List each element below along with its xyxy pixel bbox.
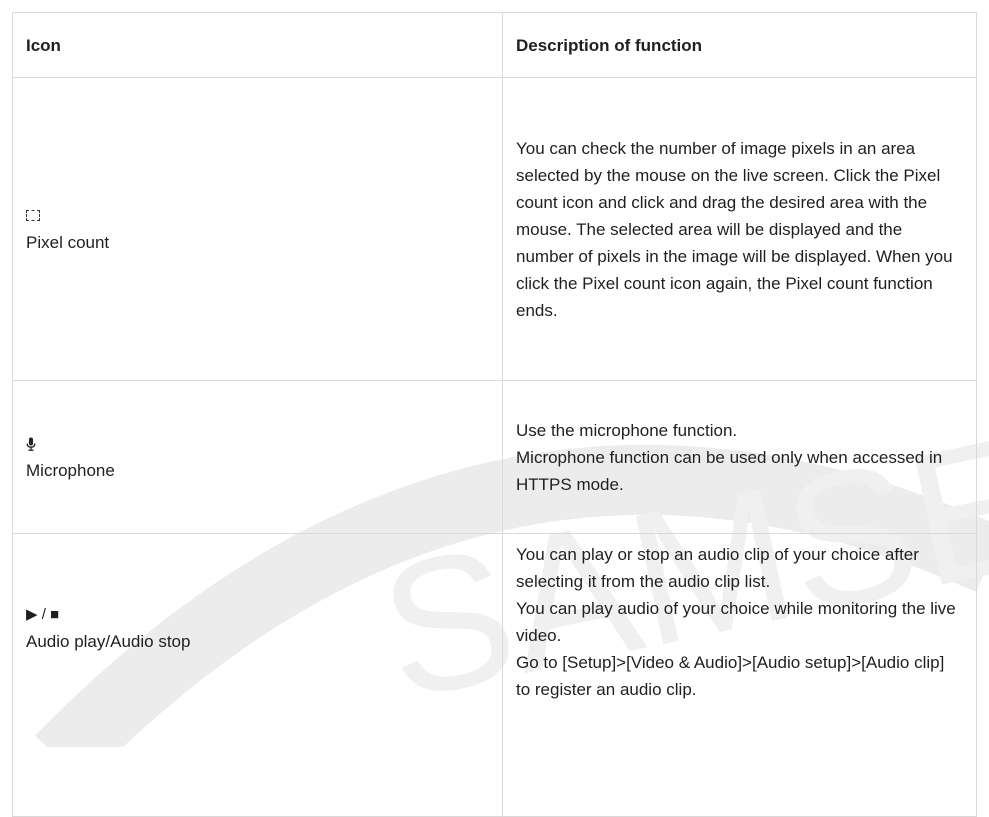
description-text: You can check the number of image pixels…: [516, 138, 953, 320]
function-name: Audio play/Audio stop: [26, 632, 191, 651]
function-table: Icon Description of function Pixel count…: [12, 12, 977, 817]
table-row-microphone: Microphone Use the microphone function. …: [12, 380, 977, 534]
description-text: You can play audio of your choice while …: [516, 599, 956, 645]
function-name: Microphone: [26, 460, 115, 480]
description-text: Microphone function can be used only whe…: [516, 447, 943, 494]
description-text: Go to [Setup]>[Video & Audio]>[Audio set…: [516, 653, 945, 699]
table-row-audio-play: ▶ / ■ Audio play/Audio stop You can play…: [12, 533, 977, 817]
microphone-icon: [26, 431, 489, 457]
icon-cell: Microphone: [12, 380, 503, 534]
description-text: Use the microphone function.: [516, 420, 738, 440]
description-cell: You can check the number of image pixels…: [502, 77, 977, 381]
header-description: Description of function: [502, 12, 977, 78]
play-stop-icon: ▶ / ■: [26, 606, 60, 623]
function-table-wrapper: Icon Description of function Pixel count…: [12, 12, 977, 817]
table-row-pixel-count: Pixel count You can check the number of …: [12, 77, 977, 381]
description-text: You can play or stop an audio clip of yo…: [516, 545, 919, 591]
icon-cell: Pixel count: [12, 77, 503, 381]
function-name: Pixel count: [26, 232, 110, 252]
description-cell: You can play or stop an audio clip of yo…: [502, 533, 977, 817]
icon-cell: ▶ / ■ Audio play/Audio stop: [12, 533, 503, 817]
pixel-count-icon: [26, 203, 489, 229]
table-header-row: Icon Description of function: [12, 12, 977, 78]
header-icon: Icon: [12, 12, 503, 78]
description-cell: Use the microphone function. Microphone …: [502, 380, 977, 534]
